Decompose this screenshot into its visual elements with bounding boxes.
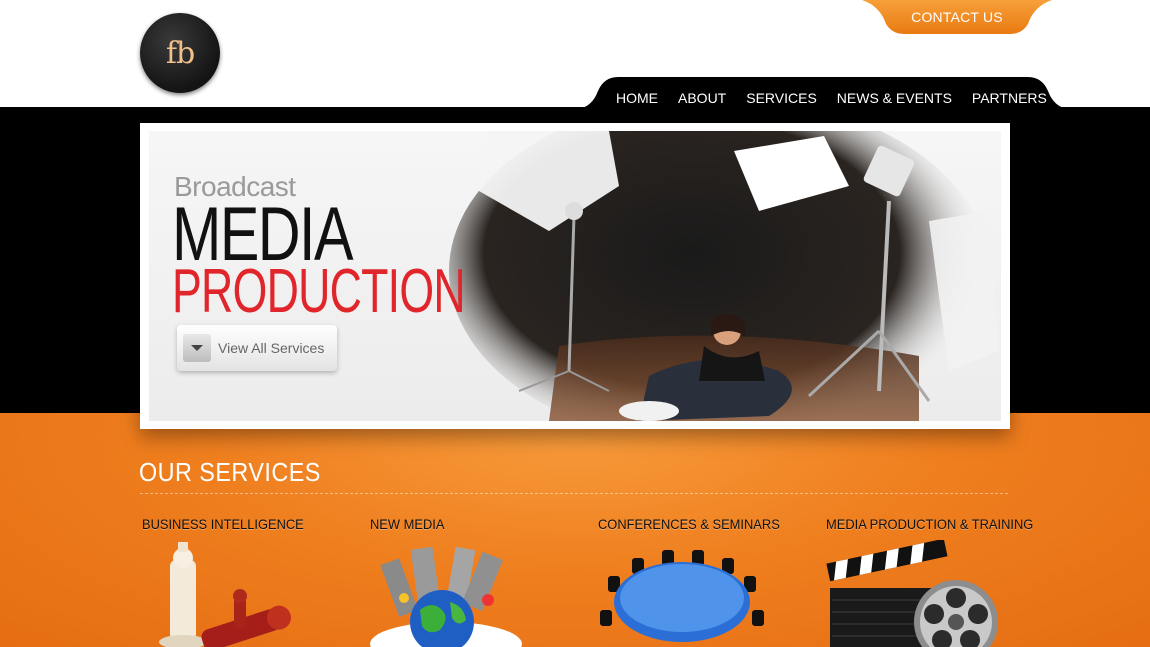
conference-table-icon <box>600 550 764 642</box>
service-media-production-training[interactable]: MEDIA PRODUCTION & TRAINING <box>826 516 1046 647</box>
chevron-down-icon <box>183 334 211 362</box>
service-new-media[interactable]: NEW MEDIA <box>370 516 590 647</box>
view-all-services-label: View All Services <box>218 340 325 356</box>
clapperboard-film-reel-icon <box>826 540 998 647</box>
contact-us-button[interactable]: CONTACT US <box>862 0 1052 34</box>
view-all-services-button[interactable]: View All Services <box>177 325 337 371</box>
service-title: MEDIA PRODUCTION & TRAINING <box>826 516 1034 532</box>
services-divider <box>140 493 1008 494</box>
service-title: CONFERENCES & SEMINARS <box>598 516 780 532</box>
service-title: NEW MEDIA <box>370 516 445 532</box>
site-header: fb CONTACT US HOME ABOUT SERVICES NEWS &… <box>0 0 1150 115</box>
chess-pieces-icon <box>159 542 291 647</box>
hero-title-production: PRODUCTION <box>172 257 466 326</box>
service-conferences-seminars[interactable]: CONFERENCES & SEMINARS <box>598 516 818 642</box>
site-logo[interactable]: fb <box>140 13 220 93</box>
hero-slide: Broadcast MEDIA PRODUCTION View All Serv… <box>149 131 1001 421</box>
globe-city-icon <box>370 546 522 647</box>
logo-text: fb <box>165 35 195 71</box>
contact-us-label: CONTACT US <box>911 9 1003 25</box>
service-title: BUSINESS INTELLIGENCE <box>142 516 304 532</box>
hero-banner: Broadcast MEDIA PRODUCTION View All Serv… <box>140 123 1010 429</box>
service-business-intelligence[interactable]: BUSINESS INTELLIGENCE <box>142 516 362 647</box>
services-heading: OUR SERVICES <box>139 457 321 487</box>
photo-studio-image <box>449 131 999 421</box>
